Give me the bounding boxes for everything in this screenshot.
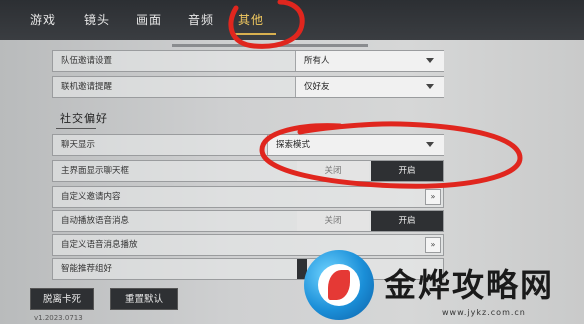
setting-row-auto-voice: 自动播放语音消息 关闭 开启: [52, 210, 444, 232]
setting-label: 联机邀请提醒: [61, 82, 113, 92]
setting-row-main-chat-box: 主界面显示聊天框 关闭 开启: [52, 160, 444, 182]
top-tab-bar: 游戏 镜头 画面 音频 其他: [0, 0, 584, 40]
setting-label: 主界面显示聊天框: [61, 166, 130, 176]
toggle-off-button[interactable]: 关闭: [297, 211, 369, 231]
setting-label: 自定义邀请内容: [61, 192, 121, 202]
setting-label: 智能推荐组好: [61, 264, 113, 274]
setting-row-chat-display: 聊天显示 探索模式: [52, 134, 444, 156]
watermark-brand: 金烨攻略网: [384, 266, 555, 304]
version-text: v1.2023.0713: [34, 314, 83, 322]
toggle-on-button[interactable]: 开启: [371, 211, 443, 231]
tab-camera[interactable]: 镜头: [84, 8, 110, 32]
setting-label: 队伍邀请设置: [61, 56, 113, 66]
watermark-url: www.jykz.com.cn: [442, 308, 526, 317]
team-invite-dropdown[interactable]: 所有人: [295, 51, 444, 71]
contact-remind-dropdown[interactable]: 仅好友: [295, 77, 444, 97]
tab-graphics[interactable]: 画面: [136, 8, 162, 32]
setting-row-custom-invite: 自定义邀请内容 »: [52, 186, 444, 208]
brand-logo-icon: [304, 250, 374, 320]
chevron-down-icon: [426, 58, 434, 63]
dropdown-value: 探索模式: [276, 140, 311, 150]
toggle-off-button[interactable]: 关闭: [297, 161, 369, 181]
tab-game[interactable]: 游戏: [30, 8, 56, 32]
dropdown-value: 仅好友: [304, 82, 330, 92]
tab-other[interactable]: 其他: [238, 8, 264, 32]
more-arrow-button[interactable]: »: [425, 189, 441, 205]
toggle-on-button[interactable]: 开启: [371, 161, 443, 181]
leave-stuck-button[interactable]: 脱离卡死: [30, 288, 94, 310]
watermark: 金烨攻略网 www.jykz.com.cn: [304, 250, 584, 324]
setting-label: 聊天显示: [61, 140, 96, 150]
section-title-social: 社交偏好: [60, 112, 108, 125]
setting-row-contact-remind: 联机邀请提醒 仅好友: [52, 76, 444, 98]
chat-display-dropdown[interactable]: 探索模式: [267, 135, 444, 155]
chevron-down-icon: [426, 84, 434, 89]
section-divider: [56, 128, 96, 129]
chevron-down-icon: [426, 142, 434, 147]
setting-label: 自动播放语音消息: [61, 216, 130, 226]
dropdown-value: 所有人: [304, 56, 330, 66]
reset-default-button[interactable]: 重置默认: [110, 288, 178, 310]
active-tab-indicator: [232, 33, 276, 35]
setting-row-team-invite: 队伍邀请设置 所有人: [52, 50, 444, 72]
setting-label: 自定义语音消息播放: [61, 240, 138, 250]
tab-audio[interactable]: 音频: [188, 8, 214, 32]
